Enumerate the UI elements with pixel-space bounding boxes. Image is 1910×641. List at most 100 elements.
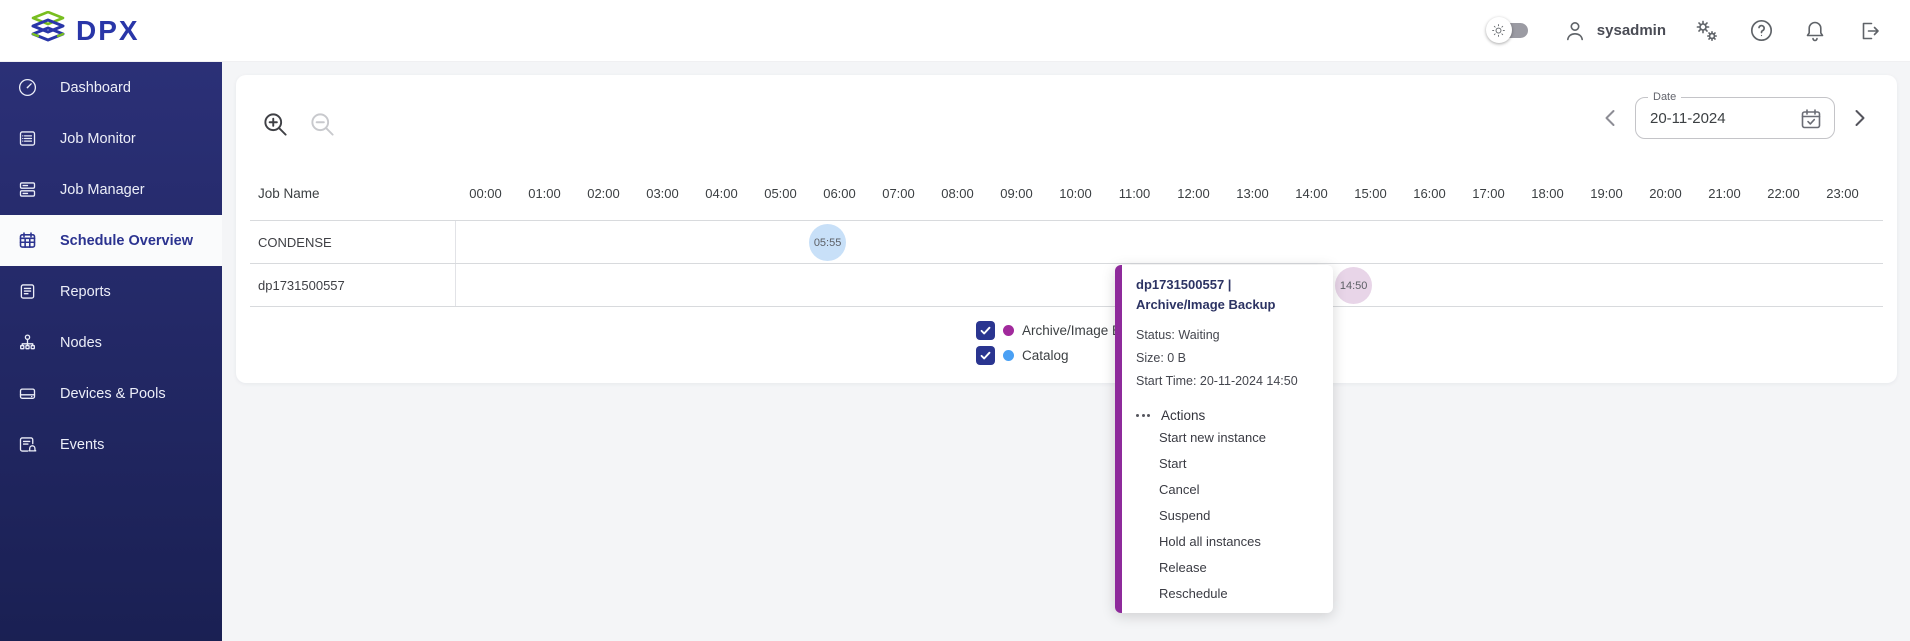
action-start-new-instance[interactable]: Start new instance xyxy=(1136,425,1323,451)
logo-text: DPX xyxy=(76,15,140,47)
tooltip-size: Size: 0 B xyxy=(1136,347,1323,370)
sidebar-item-label: Schedule Overview xyxy=(60,233,193,249)
sidebar-item-events[interactable]: Events xyxy=(0,419,222,470)
logout-icon[interactable] xyxy=(1856,18,1882,44)
action-suspend[interactable]: Suspend xyxy=(1136,503,1323,529)
time-header: 04:00 xyxy=(692,186,751,201)
schedule-rows: CONDENSE 05:55 dp1731500557 14:50 xyxy=(250,220,1883,307)
time-header: 08:00 xyxy=(928,186,987,201)
date-navigation: Date xyxy=(1599,97,1871,139)
sidebar-item-label: Nodes xyxy=(60,335,102,351)
job-name-cell: CONDENSE xyxy=(250,221,456,263)
notifications-bell-icon[interactable] xyxy=(1802,18,1828,44)
table-row: dp1731500557 14:50 xyxy=(250,264,1883,307)
events-icon xyxy=(17,434,38,455)
calendar-icon[interactable] xyxy=(1799,107,1823,131)
time-header: 14:00 xyxy=(1282,186,1341,201)
services-gears-icon[interactable] xyxy=(1694,18,1720,44)
date-input[interactable] xyxy=(1650,110,1780,127)
zoom-in-icon[interactable] xyxy=(262,111,289,138)
time-header: 02:00 xyxy=(574,186,633,201)
job-timeline: 05:55 xyxy=(456,221,1872,263)
username: sysadmin xyxy=(1597,22,1666,39)
date-field-label: Date xyxy=(1648,91,1681,103)
actions-header: Actions xyxy=(1136,405,1323,425)
time-header: 01:00 xyxy=(515,186,574,201)
sidebar-item-nodes[interactable]: Nodes xyxy=(0,317,222,368)
sidebar-item-reports[interactable]: Reports xyxy=(0,266,222,317)
devices-pools-icon xyxy=(17,383,38,404)
time-header: 16:00 xyxy=(1400,186,1459,201)
time-header: 23:00 xyxy=(1813,186,1872,201)
previous-day-chevron-icon[interactable] xyxy=(1599,106,1623,130)
time-header: 05:00 xyxy=(751,186,810,201)
job-monitor-icon xyxy=(17,128,38,149)
actions-label: Actions xyxy=(1161,408,1205,423)
time-header: 17:00 xyxy=(1459,186,1518,201)
time-header: 06:00 xyxy=(810,186,869,201)
action-reschedule[interactable]: Reschedule xyxy=(1136,581,1323,607)
sidebar-item-label: Events xyxy=(60,437,104,453)
archive-color-dot xyxy=(1003,325,1014,336)
table-row: CONDENSE 05:55 xyxy=(250,221,1883,264)
sidebar-item-label: Job Monitor xyxy=(60,131,136,147)
schedule-grid: Job Name 00:00 01:00 02:00 03:00 04:00 0… xyxy=(250,167,1883,307)
time-header: 00:00 xyxy=(456,186,515,201)
time-header: 21:00 xyxy=(1695,186,1754,201)
sidebar-item-dashboard[interactable]: Dashboard xyxy=(0,62,222,113)
sidebar-item-label: Devices & Pools xyxy=(60,386,166,402)
time-header: 03:00 xyxy=(633,186,692,201)
ellipsis-icon xyxy=(1136,414,1150,417)
time-header: 07:00 xyxy=(869,186,928,201)
navbar-actions: sysadmin xyxy=(1486,18,1882,44)
next-day-chevron-icon[interactable] xyxy=(1847,106,1871,130)
schedule-overview-icon xyxy=(17,230,38,251)
sidebar-item-devices-pools[interactable]: Devices & Pools xyxy=(0,368,222,419)
tooltip-start-time: Start Time: 20-11-2024 14:50 xyxy=(1136,370,1323,393)
schedule-event-badge[interactable]: 14:50 xyxy=(1335,267,1372,304)
schedule-event-badge[interactable]: 05:55 xyxy=(809,224,846,261)
sidebar-item-label: Dashboard xyxy=(60,80,131,96)
dashboard-icon xyxy=(17,77,38,98)
sidebar-item-label: Job Manager xyxy=(60,182,145,198)
logo-stack-icon xyxy=(30,11,66,50)
nodes-icon xyxy=(17,332,38,353)
tooltip-status: Status: Waiting xyxy=(1136,324,1323,347)
user-menu[interactable]: sysadmin xyxy=(1562,18,1666,44)
legend: Archive/Image Backup Catalog xyxy=(236,318,1897,368)
action-cancel[interactable]: Cancel xyxy=(1136,477,1323,503)
legend-checkbox-catalog[interactable] xyxy=(976,346,995,365)
top-navbar: DPX sysadmin xyxy=(0,0,1910,62)
time-header: 19:00 xyxy=(1577,186,1636,201)
help-icon[interactable] xyxy=(1748,18,1774,44)
tooltip-title: dp1731500557 | Archive/Image Backup xyxy=(1136,275,1323,315)
job-name-header: Job Name xyxy=(250,186,456,201)
schedule-grid-header: Job Name 00:00 01:00 02:00 03:00 04:00 0… xyxy=(250,167,1883,220)
zoom-out-icon[interactable] xyxy=(309,111,336,138)
legend-checkbox-archive[interactable] xyxy=(976,321,995,340)
time-header: 13:00 xyxy=(1223,186,1282,201)
app-logo[interactable]: DPX xyxy=(30,11,140,50)
theme-toggle[interactable] xyxy=(1486,21,1530,40)
sidebar-item-job-manager[interactable]: Job Manager xyxy=(0,164,222,215)
time-header: 09:00 xyxy=(987,186,1046,201)
time-header: 11:00 xyxy=(1105,186,1164,201)
catalog-color-dot xyxy=(1003,350,1014,361)
schedule-overview-card: Date Job Name 00:00 01:00 02:00 03:00 04… xyxy=(236,75,1897,383)
time-header: 18:00 xyxy=(1518,186,1577,201)
action-start[interactable]: Start xyxy=(1136,451,1323,477)
action-hold-all-instances[interactable]: Hold all instances xyxy=(1136,529,1323,555)
legend-label: Catalog xyxy=(1022,348,1069,363)
job-name-cell: dp1731500557 xyxy=(250,264,456,306)
sidebar-item-job-monitor[interactable]: Job Monitor xyxy=(0,113,222,164)
sidebar-item-schedule-overview[interactable]: Schedule Overview xyxy=(0,215,222,266)
reports-icon xyxy=(17,281,38,302)
time-header: 20:00 xyxy=(1636,186,1695,201)
zoom-tools xyxy=(262,111,336,138)
time-header: 22:00 xyxy=(1754,186,1813,201)
date-field: Date xyxy=(1635,97,1835,139)
action-release[interactable]: Release xyxy=(1136,555,1323,581)
sidebar: Dashboard Job Monitor Job Manager Schedu… xyxy=(0,62,222,641)
time-header: 12:00 xyxy=(1164,186,1223,201)
user-icon xyxy=(1562,18,1588,44)
